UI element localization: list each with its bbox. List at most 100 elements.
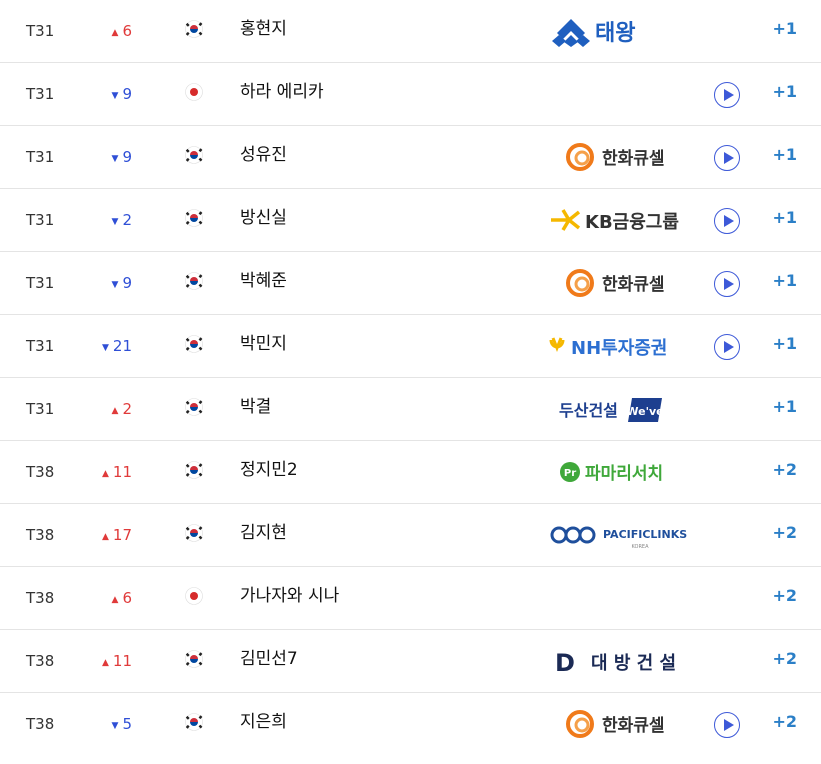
player-name[interactable]: 박결 bbox=[240, 378, 271, 436]
japan-flag-icon bbox=[184, 587, 204, 605]
sponsor-logo-daebang: D대 방 건 설 bbox=[545, 641, 710, 681]
leaderboard-row[interactable]: T31 ▼ 9 하라 에리카 +1 bbox=[0, 63, 821, 126]
player-name[interactable]: 김지현 bbox=[240, 504, 287, 562]
daebang-wordmark: 대 방 건 설 bbox=[591, 653, 676, 674]
rank-change: ▼ 9 bbox=[100, 126, 132, 190]
rank-change: ▲ 2 bbox=[100, 378, 132, 442]
hanwha-wordmark: 한화큐셀 bbox=[602, 149, 665, 169]
position-label: T31 bbox=[26, 400, 55, 418]
rank-change-value: 2 bbox=[122, 211, 132, 229]
korea-flag-icon bbox=[184, 335, 204, 353]
position-label: T38 bbox=[26, 526, 55, 544]
play-circle-icon[interactable] bbox=[714, 712, 740, 738]
position-label: T31 bbox=[26, 211, 55, 229]
pamarisearch-wordmark: 파마리서치 bbox=[585, 464, 663, 484]
korea-flag-icon bbox=[184, 461, 204, 479]
pacific-subtext: KOREA bbox=[632, 544, 650, 550]
player-name[interactable]: 하라 에리카 bbox=[240, 63, 324, 121]
score-value: +1 bbox=[772, 334, 797, 353]
player-name[interactable]: 가나자와 시나 bbox=[240, 567, 339, 625]
rank-change-value: 11 bbox=[112, 463, 132, 481]
sponsor-logo-pacific: PACIFICLINKS KOREA bbox=[545, 515, 710, 555]
rank-change: ▲ 11 bbox=[100, 630, 132, 694]
leaderboard-row[interactable]: T31 ▼ 21 박민지 NH투자증권 +1 bbox=[0, 315, 821, 378]
hanwha-ring-inner bbox=[574, 717, 590, 733]
rank-change: ▲ 6 bbox=[100, 0, 132, 64]
leaderboard-row[interactable]: T38 ▲ 11 정지민2 Pr 파마리서치 +2 bbox=[0, 441, 821, 504]
leaderboard-row[interactable]: T38 ▲ 17 김지현 PACIFICLINKS KOREA +2 bbox=[0, 504, 821, 567]
play-circle-icon[interactable] bbox=[714, 271, 740, 297]
play-circle-icon[interactable] bbox=[714, 334, 740, 360]
player-name[interactable]: 김민선7 bbox=[240, 630, 298, 688]
leaderboard-row[interactable]: T38 ▲ 11 김민선7 D 대 방 건 설 +2 bbox=[0, 630, 821, 693]
score-value: +1 bbox=[772, 82, 797, 101]
rank-change-value: 21 bbox=[112, 337, 132, 355]
nh-mark bbox=[549, 337, 565, 353]
rank-up-icon: ▲ bbox=[101, 469, 109, 479]
sponsor-logo-hanwha: 한화큐셀 bbox=[545, 263, 710, 303]
rank-change-value: 17 bbox=[112, 526, 132, 544]
sponsor-logo-doosan: 두산건설 We've bbox=[545, 389, 710, 429]
rank-change: ▼ 2 bbox=[100, 189, 132, 253]
leaderboard-row[interactable]: T31 ▼ 9 박혜준 한화큐셀 +1 bbox=[0, 252, 821, 315]
rank-down-icon: ▼ bbox=[111, 154, 119, 164]
position-label: T31 bbox=[26, 337, 55, 355]
rank-change: ▼ 9 bbox=[100, 252, 132, 316]
rank-down-icon: ▼ bbox=[111, 721, 119, 731]
play-circle-icon[interactable] bbox=[714, 82, 740, 108]
rank-down-icon: ▼ bbox=[111, 91, 119, 101]
player-name[interactable]: 박민지 bbox=[240, 315, 287, 373]
hanwha-ring-inner bbox=[574, 276, 590, 292]
position-label: T38 bbox=[26, 715, 55, 733]
player-name[interactable]: 홍현지 bbox=[240, 0, 287, 58]
score-value: +1 bbox=[772, 208, 797, 227]
sponsor-logo-hanwha: 한화큐셀 bbox=[545, 704, 710, 744]
sponsor-logo-pamarisearch: Pr 파마리서치 bbox=[545, 452, 710, 492]
rank-change: ▼ 5 bbox=[100, 693, 132, 757]
play-circle-icon[interactable] bbox=[714, 145, 740, 171]
rank-change: ▲ 17 bbox=[100, 504, 132, 568]
leaderboard-row[interactable]: T38 ▼ 5 지은희 한화큐셀 +2 bbox=[0, 693, 821, 756]
leaderboard: T31 ▲ 6 홍현지 태왕 +1 T31 ▼ 9 하라 에리카 +1 T31 ▼ 9 성유진 한화큐셀 +1 T… bbox=[0, 0, 821, 756]
score-value: +1 bbox=[772, 145, 797, 164]
rank-up-icon: ▲ bbox=[101, 532, 109, 542]
pacific-ring-3 bbox=[578, 526, 596, 544]
rank-up-icon: ▲ bbox=[111, 595, 119, 605]
rank-change: ▼ 21 bbox=[100, 315, 132, 379]
korea-flag-icon bbox=[184, 272, 204, 290]
flag-sun bbox=[190, 88, 198, 96]
hanwha-ring-inner bbox=[574, 150, 590, 166]
pacific-ring-1 bbox=[550, 526, 568, 544]
korea-flag-icon bbox=[184, 398, 204, 416]
rank-change: ▲ 6 bbox=[100, 567, 132, 631]
player-name[interactable]: 지은희 bbox=[240, 693, 287, 751]
rank-down-icon: ▼ bbox=[111, 280, 119, 290]
player-name[interactable]: 성유진 bbox=[240, 126, 287, 184]
player-name[interactable]: 박혜준 bbox=[240, 252, 287, 310]
leaderboard-row[interactable]: T38 ▲ 6 가나자와 시나 +2 bbox=[0, 567, 821, 630]
player-name[interactable]: 정지민2 bbox=[240, 441, 298, 499]
rank-change-value: 5 bbox=[122, 715, 132, 733]
rank-up-icon: ▲ bbox=[111, 406, 119, 416]
flag-sun bbox=[190, 592, 198, 600]
pamarisearch-mark-text: Pr bbox=[564, 468, 576, 479]
score-value: +1 bbox=[772, 271, 797, 290]
pacific-ring-2 bbox=[564, 526, 582, 544]
sponsor-logo-hanwha: 한화큐셀 bbox=[545, 137, 710, 177]
korea-flag-icon bbox=[184, 209, 204, 227]
hanwha-wordmark: 한화큐셀 bbox=[602, 716, 665, 736]
leaderboard-row[interactable]: T31 ▼ 9 성유진 한화큐셀 +1 bbox=[0, 126, 821, 189]
player-name[interactable]: 방신실 bbox=[240, 189, 287, 247]
score-value: +1 bbox=[772, 19, 797, 38]
korea-flag-icon bbox=[184, 713, 204, 731]
leaderboard-row[interactable]: T31 ▲ 6 홍현지 태왕 +1 bbox=[0, 0, 821, 63]
rank-down-icon: ▼ bbox=[101, 343, 109, 353]
rank-change-value: 9 bbox=[122, 274, 132, 292]
doosan-wordmark: 두산건설 bbox=[559, 401, 618, 420]
rank-change-value: 6 bbox=[122, 589, 132, 607]
play-circle-icon[interactable] bbox=[714, 208, 740, 234]
position-label: T38 bbox=[26, 463, 55, 481]
leaderboard-row[interactable]: T31 ▲ 2 박결 두산건설 We've +1 bbox=[0, 378, 821, 441]
score-value: +2 bbox=[772, 712, 797, 731]
leaderboard-row[interactable]: T31 ▼ 2 방신실 KB금융그룹 +1 bbox=[0, 189, 821, 252]
